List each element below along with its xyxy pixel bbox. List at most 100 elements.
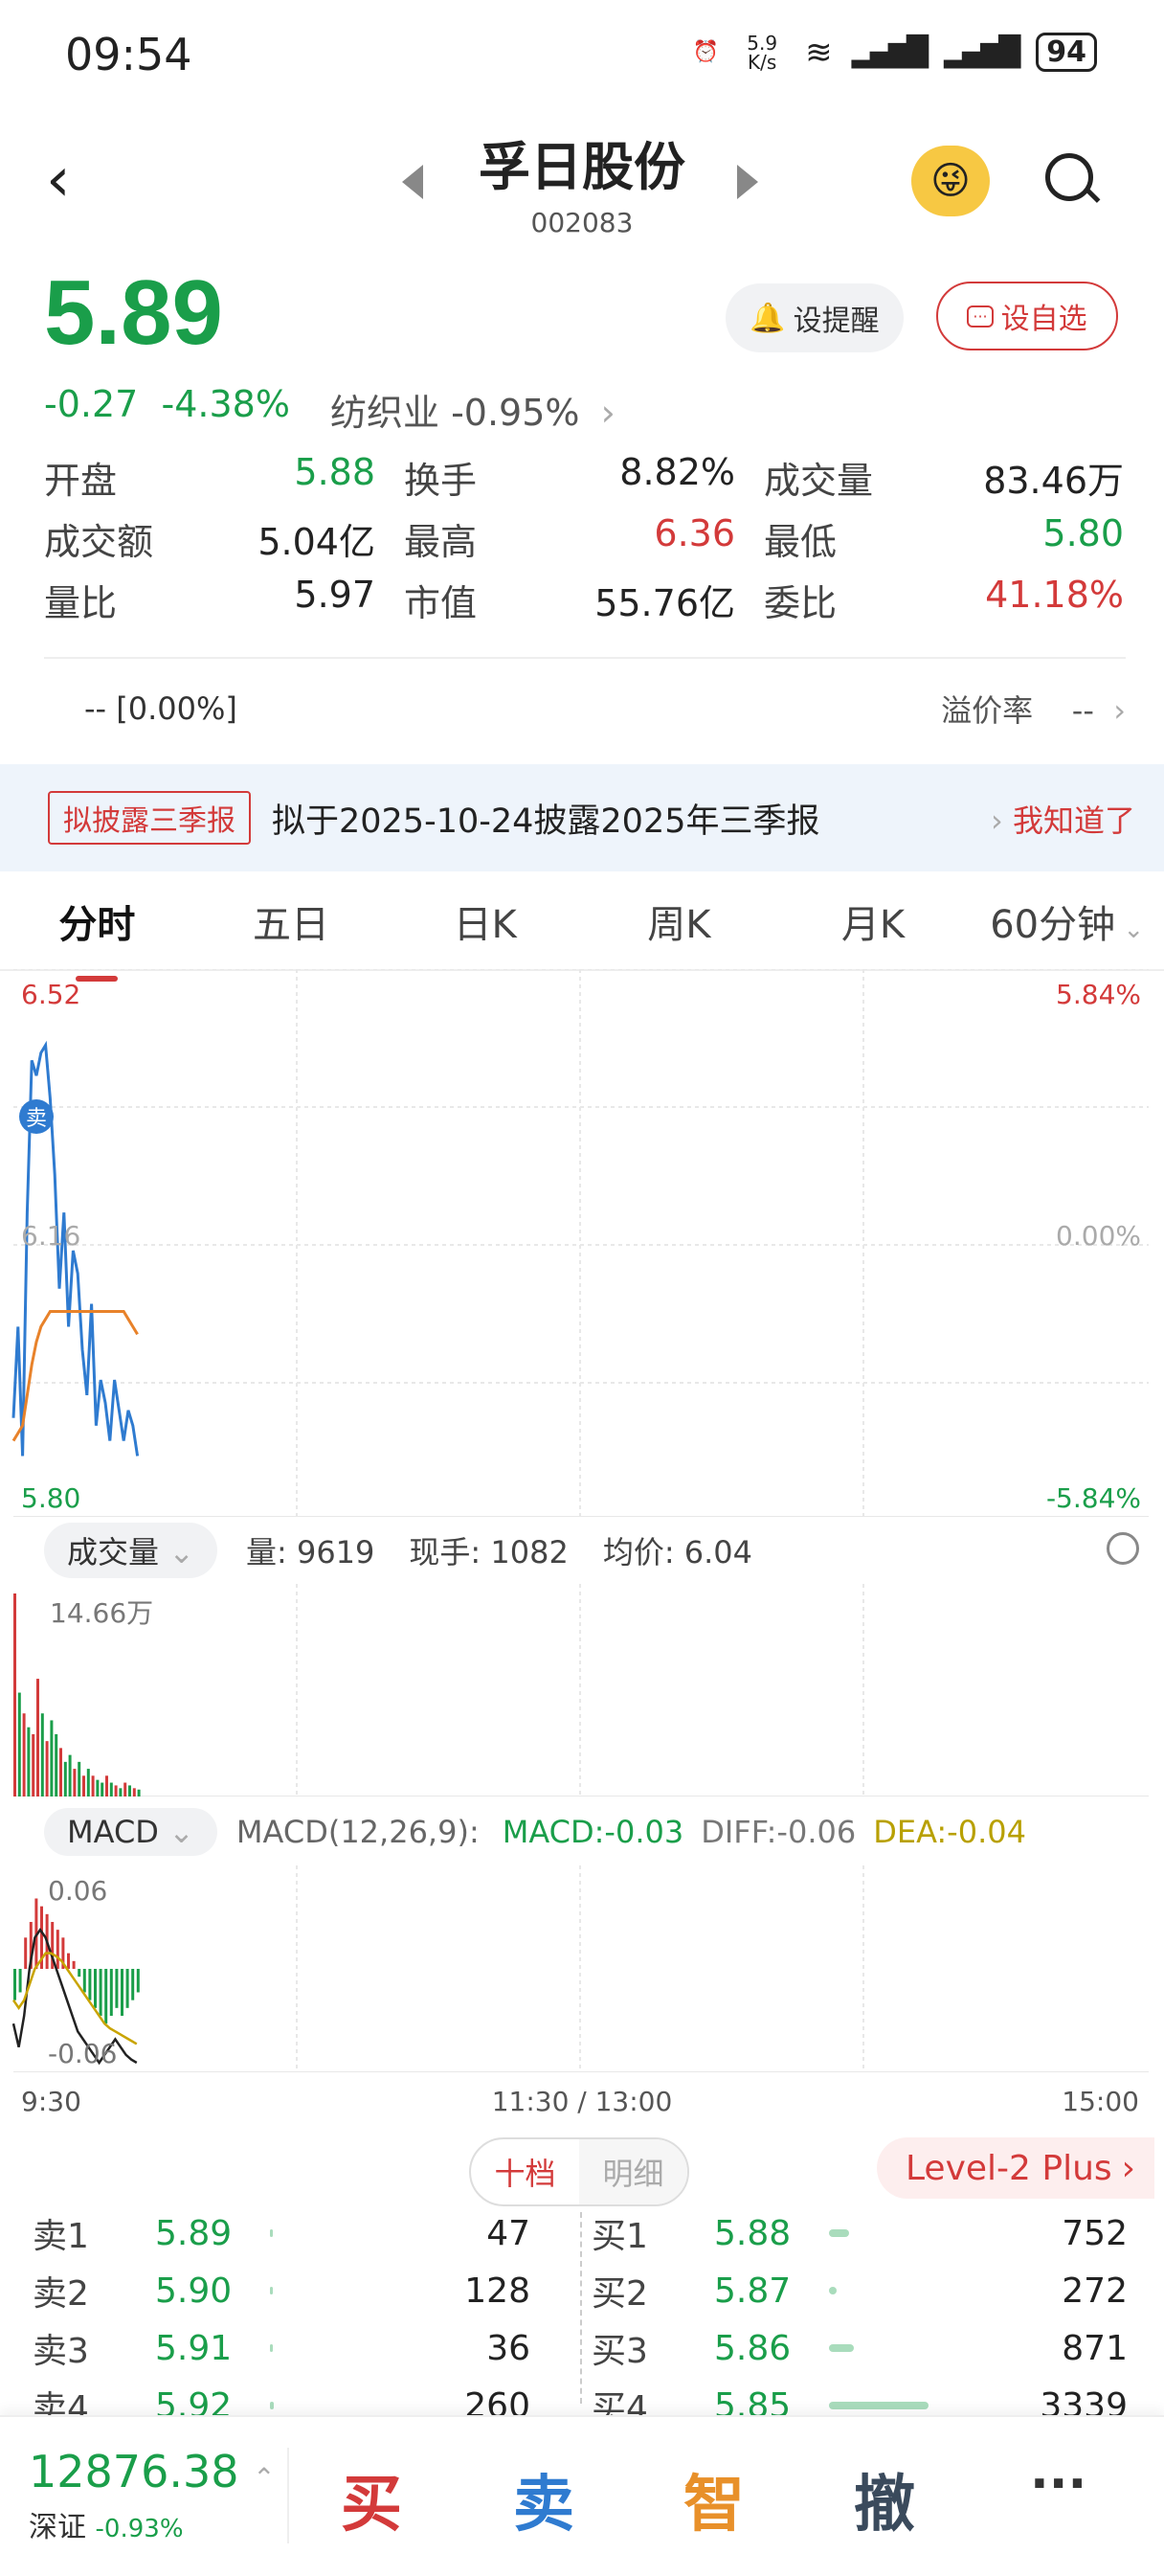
chart-tabs: 分时 五日 日K 周K 月K 60分钟 ⌄	[0, 873, 1164, 982]
cancel-button[interactable]: 撤	[854, 2455, 915, 2543]
bid-label: 买4	[592, 2389, 648, 2415]
stat-value: 55.76亿	[594, 581, 735, 624]
ask-bar	[270, 2344, 394, 2352]
pct-max-label: 5.84%	[1056, 979, 1141, 1010]
set-reminder-button[interactable]: 🔔 设提醒	[726, 283, 904, 352]
bid-bar-fill	[829, 2344, 854, 2352]
macd-histogram-bar	[99, 1969, 102, 2016]
volume-selector[interactable]: 成交量 ⌄	[44, 1523, 217, 1578]
time-mid: 11:30 / 13:00	[491, 2086, 673, 2117]
stat-market-cap: 市值 55.76亿	[404, 574, 764, 626]
dismiss-banner-button[interactable]: › 我知道了	[991, 797, 1135, 841]
premium-row[interactable]: -- [0.00%] 溢价率 -- ›	[44, 661, 1126, 757]
macd-histogram-bar	[121, 1969, 123, 2016]
tab-five-day[interactable]: 五日	[194, 893, 389, 949]
premium-left: -- [0.00%]	[84, 690, 237, 727]
macd-histogram-bar	[24, 1937, 28, 1969]
chat-icon: ···	[967, 305, 994, 328]
macd-grid	[13, 1865, 1149, 2072]
tab-ten-levels[interactable]: 十档	[471, 2139, 579, 2204]
add-favorite-button[interactable]: ··· 设自选	[936, 282, 1118, 350]
dea-value: DEA:-0.04	[873, 1814, 1026, 1850]
macd-histogram-bar	[115, 1969, 119, 2008]
volume-peak-label: 14.66万	[50, 1597, 153, 1629]
bid-bar	[829, 2287, 953, 2294]
tab-day-k[interactable]: 日K	[388, 893, 582, 949]
stat-turnover: 换手 8.82%	[404, 451, 764, 504]
bid-volume: 752	[1062, 2213, 1128, 2253]
set-reminder-label: 设提醒	[793, 305, 880, 338]
bid-side[interactable]: 买1 5.88 752	[592, 2208, 1128, 2258]
volume-bar	[27, 1727, 31, 1796]
divider	[287, 2448, 289, 2543]
change-value: -0.27	[44, 383, 139, 425]
net-speed: 5.9 K/s	[747, 31, 778, 74]
mascot-icon[interactable]: 😜	[911, 146, 990, 216]
bid-side[interactable]: 买2 5.87 272	[592, 2266, 1128, 2316]
bid-side[interactable]: 买3 5.86 871	[592, 2323, 1128, 2373]
bid-side[interactable]: 买4 5.85 3339	[592, 2381, 1128, 2416]
tab-week-k[interactable]: 周K	[582, 893, 776, 949]
current-price: 5.89	[44, 261, 223, 364]
status-time: 09:54	[65, 29, 192, 80]
stat-value: 41.18%	[985, 573, 1124, 616]
report-tag: 拟披露三季报	[48, 791, 251, 845]
tab-detail[interactable]: 明细	[579, 2139, 687, 2204]
index-value-text: 12876.38	[29, 2446, 239, 2497]
stat-label: 最高	[404, 520, 478, 563]
sell-button[interactable]: 卖	[513, 2455, 574, 2543]
level2-button[interactable]: Level-2 Plus ›	[877, 2137, 1154, 2199]
bid-label: 买3	[592, 2332, 648, 2371]
bid-volume: 3339	[1040, 2385, 1128, 2416]
bid-bar	[829, 2402, 953, 2409]
sector-link[interactable]: 纺织业 -0.95% ›	[330, 383, 616, 436]
chart-grid	[13, 969, 1149, 1517]
stock-code: 002083	[530, 207, 634, 238]
bid-volume: 871	[1062, 2328, 1128, 2368]
stat-value: 8.82%	[619, 450, 735, 493]
book-toggle: 十档 明细	[469, 2137, 689, 2206]
dismiss-label: 我知道了	[1012, 802, 1135, 839]
search-icon[interactable]	[1045, 153, 1093, 201]
volume-bar	[82, 1775, 85, 1796]
report-banner[interactable]: 拟披露三季报 拟于2025-10-24披露2025年三季报 › 我知道了	[0, 764, 1164, 871]
volume-bar	[132, 1788, 136, 1796]
volume-bar	[101, 1782, 104, 1796]
settings-icon[interactable]	[1107, 1532, 1139, 1565]
wifi-icon: ≋	[805, 33, 833, 72]
change-percent: -4.38%	[161, 383, 290, 425]
volume-chart: 14.66万	[13, 1584, 1149, 1796]
ask-side[interactable]: 卖1 5.89 47	[33, 2208, 569, 2258]
stats-row: 成交额 5.04亿 最高 6.36 最低 5.80	[44, 508, 1126, 569]
buy-button[interactable]: 买	[341, 2455, 402, 2543]
price-max-label: 6.52	[21, 979, 80, 1010]
alarm-icon: ⏰	[692, 40, 720, 64]
macd-selector[interactable]: MACD ⌄	[44, 1808, 217, 1856]
volume-bar	[63, 1761, 67, 1796]
ask-bar-fill	[270, 2402, 274, 2409]
ask-bar	[270, 2229, 394, 2237]
volume-bar	[45, 1741, 49, 1796]
volume-indicator-bar: 成交量 ⌄ 量: 9619 现手: 1082 均价: 6.04	[0, 1519, 1164, 1582]
ask-side[interactable]: 卖2 5.90 128	[33, 2266, 569, 2316]
ask-side[interactable]: 卖4 5.92 260	[33, 2381, 569, 2416]
macd-histogram-bar	[56, 1930, 59, 1969]
ask-bar	[270, 2402, 394, 2409]
tab-60min[interactable]: 60分钟 ⌄	[970, 893, 1164, 949]
chevron-right-icon: ›	[600, 392, 616, 434]
intraday-chart[interactable]: 6.52 5.84% 6.16 0.00% 5.80 -5.84% 卖	[0, 969, 1164, 1517]
macd-histogram-bar	[13, 1969, 16, 2000]
stat-label: 成交量	[764, 459, 874, 502]
tab-month-k[interactable]: 月K	[776, 893, 971, 949]
stock-title: 孚日股份	[479, 137, 685, 197]
tab-intraday[interactable]: 分时	[0, 893, 194, 982]
stat-label: 最低	[764, 520, 838, 563]
premium-label: 溢价率	[941, 692, 1034, 729]
stat-label: 量比	[44, 581, 118, 624]
smart-button[interactable]: 智	[683, 2455, 745, 2543]
index-ticker[interactable]: 12876.38 ⌃ 深证 -0.93%	[29, 2446, 276, 2545]
more-button[interactable]: ···	[1030, 2455, 1086, 2513]
index-info: 深证 -0.93%	[29, 2503, 276, 2545]
ask-side[interactable]: 卖3 5.91 36	[33, 2323, 569, 2373]
stat-low: 最低 5.80	[764, 512, 1124, 565]
